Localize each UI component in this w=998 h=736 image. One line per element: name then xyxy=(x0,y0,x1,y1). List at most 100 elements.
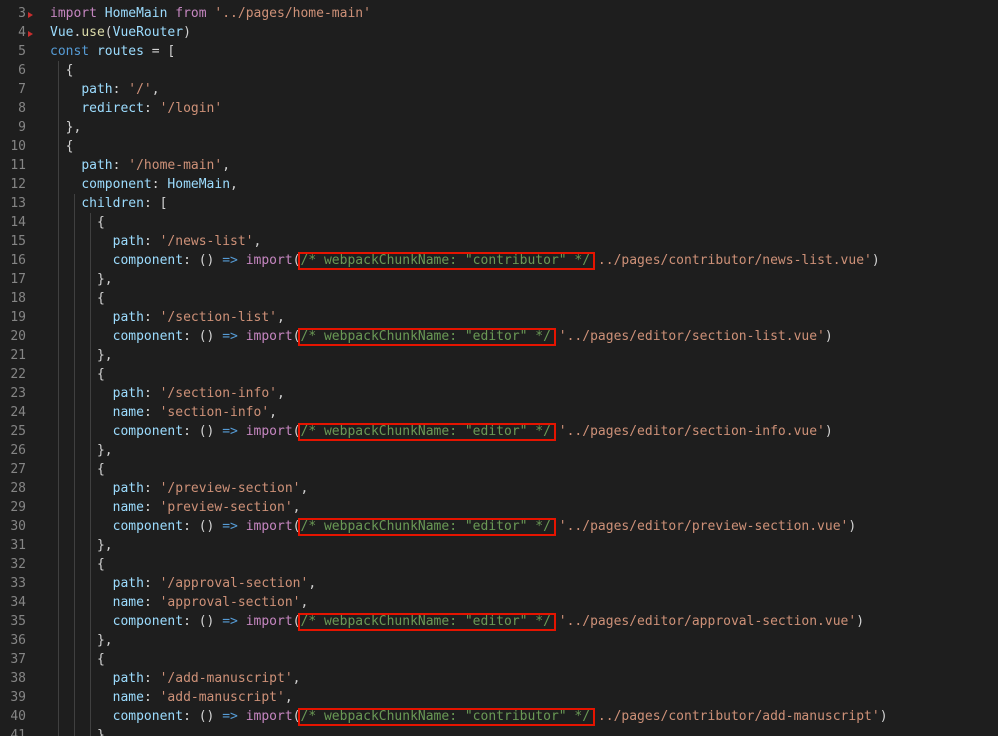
code-token: : xyxy=(143,234,160,249)
line-number: 11 xyxy=(10,158,26,173)
code-line[interactable]: 3 import HomeMain from '../pages/home-mai… xyxy=(0,4,998,23)
code-token: , xyxy=(308,576,317,591)
code-token: '/preview-section' xyxy=(159,481,301,496)
code-line[interactable]: 5 const routes = [ xyxy=(0,42,998,61)
code-token: import xyxy=(245,329,293,344)
code-text: { xyxy=(50,460,105,479)
code-token: '../pages/contributor/news-list.vue' xyxy=(590,253,872,268)
code-token: }, xyxy=(50,538,113,553)
code-text: { xyxy=(50,650,105,669)
code-line[interactable]: 23 path: '/section-info', xyxy=(0,384,998,403)
code-line[interactable]: 29 name: 'preview-section', xyxy=(0,498,998,517)
highlight-box xyxy=(297,708,596,726)
code-token: import xyxy=(245,709,293,724)
code-token: redirect xyxy=(81,101,144,116)
code-token: path xyxy=(112,310,144,325)
code-line[interactable]: 34 name: 'approval-section', xyxy=(0,593,998,612)
code-line[interactable]: 12 component: HomeMain, xyxy=(0,175,998,194)
code-line[interactable]: 22 { xyxy=(0,365,998,384)
code-line[interactable]: 18 { xyxy=(0,289,998,308)
code-text: { xyxy=(50,61,74,80)
code-line[interactable]: 37 { xyxy=(0,650,998,669)
code-line[interactable]: 39 name: 'add-manuscript', xyxy=(0,688,998,707)
code-line[interactable]: 32 { xyxy=(0,555,998,574)
code-line[interactable]: 28 path: '/preview-section', xyxy=(0,479,998,498)
code-token: , xyxy=(253,234,262,249)
code-token: path xyxy=(112,576,144,591)
code-text: const routes = [ xyxy=(50,42,175,61)
line-number: 18 xyxy=(10,291,26,306)
code-line[interactable]: 13 children: [ xyxy=(0,194,998,213)
code-token: Vue xyxy=(50,25,74,40)
code-token: , xyxy=(277,310,285,325)
code-line[interactable]: 14 { xyxy=(0,213,998,232)
code-text: }, xyxy=(50,346,113,365)
code-token: import xyxy=(245,253,293,268)
code-token: => xyxy=(222,519,238,534)
code-token: : xyxy=(143,690,160,705)
code-line[interactable]: 15 path: '/news-list', xyxy=(0,232,998,251)
code-text: children: [ xyxy=(50,194,167,213)
code-token: component xyxy=(112,709,184,724)
code-line[interactable]: 9 }, xyxy=(0,118,998,137)
code-token: : xyxy=(143,386,160,401)
code-line[interactable]: 19 path: '/section-list', xyxy=(0,308,998,327)
code-token: , xyxy=(284,690,293,705)
code-token: HomeMain xyxy=(104,6,168,21)
code-token: , xyxy=(292,500,301,515)
code-line[interactable]: 36 }, xyxy=(0,631,998,650)
code-line[interactable]: 26 }, xyxy=(0,441,998,460)
code-token: , xyxy=(277,386,285,401)
code-line[interactable]: 38 path: '/add-manuscript', xyxy=(0,669,998,688)
line-number: 13 xyxy=(10,196,26,211)
line-number: 27 xyxy=(10,462,26,477)
highlight-box xyxy=(297,328,556,346)
code-token: : () xyxy=(183,253,223,268)
line-number: 15 xyxy=(10,234,26,249)
code-token: component xyxy=(112,614,184,629)
line-number: 21 xyxy=(10,348,26,363)
code-text: redirect: '/login' xyxy=(50,99,222,118)
code-text: name: 'add-manuscript', xyxy=(50,688,293,707)
code-token: path xyxy=(112,234,144,249)
code-token: }, xyxy=(50,633,113,648)
code-token: : () xyxy=(183,329,223,344)
code-line[interactable]: 17 }, xyxy=(0,270,998,289)
code-line[interactable]: 4 Vue.use(VueRouter) xyxy=(0,23,998,42)
code-line[interactable]: 10 { xyxy=(0,137,998,156)
code-line[interactable]: 21 }, xyxy=(0,346,998,365)
code-line[interactable]: 6 { xyxy=(0,61,998,80)
code-line[interactable]: 27 { xyxy=(0,460,998,479)
line-number: 9 xyxy=(18,120,26,135)
line-number: 23 xyxy=(10,386,26,401)
code-text: } xyxy=(50,726,105,736)
code-line[interactable]: 11 path: '/home-main', xyxy=(0,156,998,175)
code-line[interactable]: 7 path: '/', xyxy=(0,80,998,99)
code-line[interactable]: 31 }, xyxy=(0,536,998,555)
code-token: }, xyxy=(50,348,113,363)
code-line[interactable]: 8 redirect: '/login' xyxy=(0,99,998,118)
code-line[interactable]: 24 name: 'section-info', xyxy=(0,403,998,422)
code-text: }, xyxy=(50,270,113,289)
code-token: component xyxy=(112,253,184,268)
code-line[interactable]: 41 } xyxy=(0,726,998,736)
line-number: 30 xyxy=(10,519,26,534)
code-text: path: '/preview-section', xyxy=(50,479,309,498)
code-text: { xyxy=(50,213,105,232)
code-token: routes xyxy=(96,44,144,59)
code-token: { xyxy=(50,291,105,306)
code-text: { xyxy=(50,289,105,308)
code-token: '/login' xyxy=(159,101,223,116)
code-editor[interactable]: 3 import HomeMain from '../pages/home-mai… xyxy=(0,0,998,736)
code-line[interactable]: 33 path: '/approval-section', xyxy=(0,574,998,593)
